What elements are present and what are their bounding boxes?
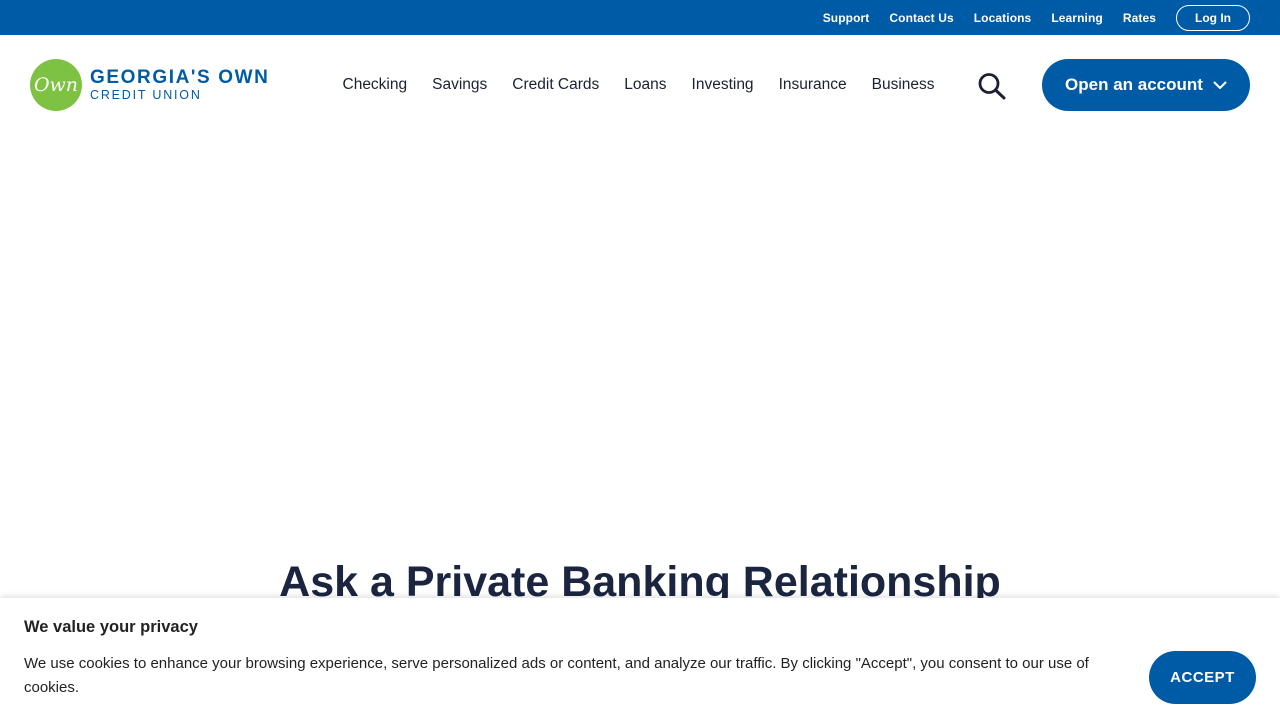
cookie-text: We use cookies to enhance your browsing …: [24, 655, 1089, 696]
logo-mark: Own: [30, 59, 82, 111]
cookie-banner: We value your privacy We use cookies to …: [0, 598, 1280, 720]
utility-link-support[interactable]: Support: [823, 11, 870, 25]
search-button[interactable]: [975, 71, 1009, 101]
nav-item-checking[interactable]: Checking: [343, 76, 408, 94]
login-button[interactable]: Log In: [1176, 4, 1250, 31]
open-account-button[interactable]: Open an account: [1042, 59, 1250, 111]
logo-wordmark: GEORGIA'S OWN CREDIT UNION: [90, 68, 269, 102]
logo-line-1: GEORGIA'S OWN: [90, 67, 270, 89]
primary-nav: Checking Savings Credit Cards Loans Inve…: [330, 35, 947, 135]
search-icon: [978, 73, 1006, 100]
utility-link-rates[interactable]: Rates: [1123, 11, 1156, 25]
nav-item-investing[interactable]: Investing: [692, 76, 754, 94]
main-header: Own GEORGIA'S OWN CREDIT UNION Checking …: [0, 35, 1280, 135]
accept-button[interactable]: ACCEPT: [1149, 651, 1256, 704]
chevron-down-icon: [1213, 81, 1227, 90]
open-account-label: Open an account: [1065, 75, 1203, 94]
utility-link-learning[interactable]: Learning: [1051, 11, 1102, 25]
utility-link-contact-us[interactable]: Contact Us: [889, 11, 953, 25]
nav-item-loans[interactable]: Loans: [624, 76, 666, 94]
nav-item-savings[interactable]: Savings: [432, 76, 487, 94]
nav-item-credit-cards[interactable]: Credit Cards: [512, 76, 599, 94]
cookie-title: We value your privacy: [24, 618, 198, 636]
logo-line-2: CREDIT UNION: [90, 88, 202, 103]
utility-bar: Support Contact Us Locations Learning Ra…: [0, 0, 1280, 35]
site-logo[interactable]: Own GEORGIA'S OWN CREDIT UNION: [30, 59, 269, 111]
nav-item-insurance[interactable]: Insurance: [779, 76, 847, 94]
utility-link-locations[interactable]: Locations: [974, 11, 1032, 25]
nav-item-business[interactable]: Business: [872, 76, 935, 94]
